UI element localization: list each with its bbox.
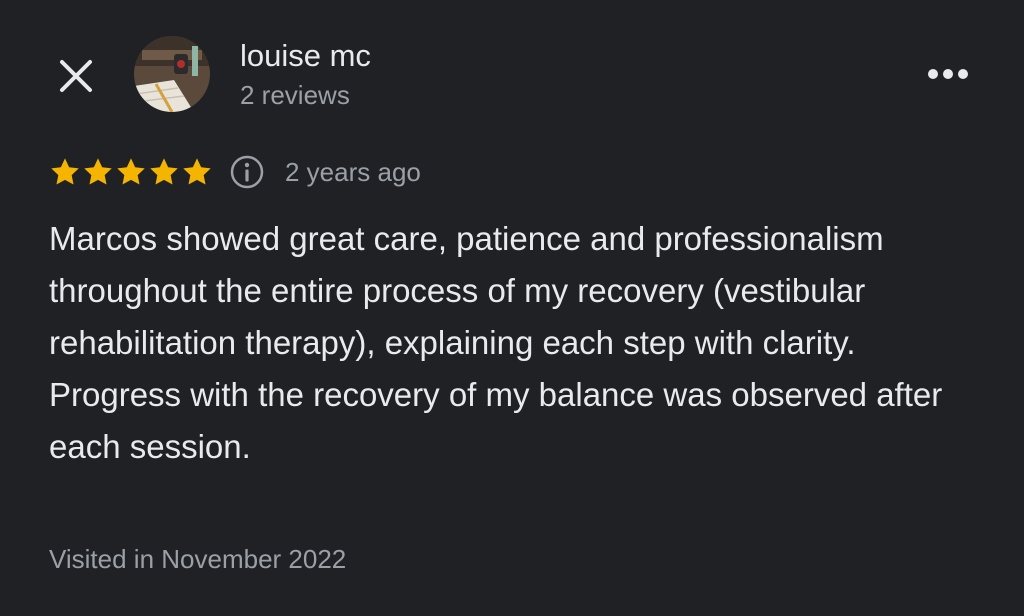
info-icon[interactable]: [229, 154, 265, 190]
star-icon: [183, 158, 211, 185]
avatar[interactable]: [134, 36, 210, 112]
review-time: 2 years ago: [285, 156, 421, 187]
star-icon: [150, 158, 178, 185]
star-icon: [51, 158, 79, 185]
review-count: 2 reviews: [240, 80, 350, 110]
close-button[interactable]: [48, 48, 104, 104]
star-icon: [117, 158, 145, 185]
more-options-button[interactable]: [920, 52, 976, 96]
more-options-icon: [928, 69, 968, 79]
visited-date: Visited in November 2022: [49, 544, 347, 574]
close-icon: [60, 60, 92, 92]
reviewer-name[interactable]: louise mc: [240, 36, 371, 76]
profile-photo-icon: [134, 36, 210, 112]
rating-row: 2 years ago: [49, 152, 421, 192]
star-rating: [49, 156, 213, 188]
review-text: Marcos showed great care, patience and p…: [49, 220, 943, 465]
star-icon: [84, 158, 112, 185]
